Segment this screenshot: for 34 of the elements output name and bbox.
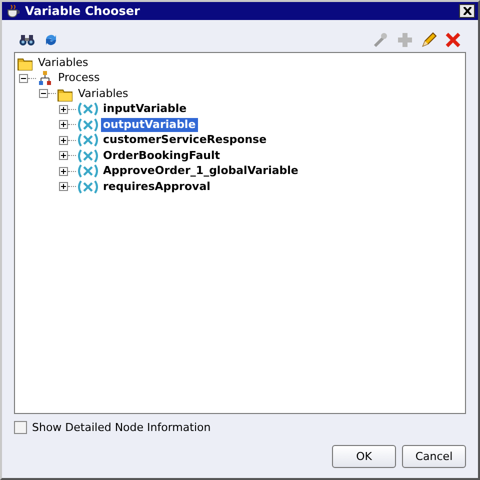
collapse-icon[interactable]	[39, 89, 48, 98]
tree-item[interactable]: outputVariable	[101, 118, 198, 132]
expand-icon[interactable]	[59, 182, 68, 192]
expand-icon[interactable]	[59, 151, 68, 160]
tree-item[interactable]: OrderBookingFault	[101, 148, 222, 163]
collapse-icon[interactable]	[19, 74, 28, 83]
checkbox[interactable]	[14, 420, 27, 434]
tree-item[interactable]: Variables	[36, 56, 90, 70]
close-icon	[462, 7, 472, 15]
expand-icon[interactable]	[59, 120, 68, 130]
variable-icon	[77, 102, 99, 116]
expand-icon[interactable]	[59, 166, 68, 176]
tree-item[interactable]: requiresApproval	[101, 180, 212, 194]
tree-item[interactable]: Variables	[76, 86, 130, 101]
dialog-button[interactable]: Cancel	[402, 445, 466, 468]
close-button[interactable]	[459, 4, 475, 18]
hierarchy-icon	[37, 70, 53, 86]
variable-icon	[77, 148, 99, 163]
tree-item[interactable]: Process	[56, 71, 102, 86]
dialog-button[interactable]: OK	[332, 445, 396, 468]
variable-icon	[77, 180, 99, 194]
tree-item[interactable]: ApproveOrder_1_globalVariable	[101, 164, 300, 178]
pencil-icon[interactable]	[420, 31, 438, 49]
checkbox-label[interactable]: Show Detailed Node Information	[32, 420, 211, 434]
variable-icon	[77, 133, 99, 148]
expand-icon[interactable]	[59, 136, 68, 145]
tree-item[interactable]: inputVariable	[101, 102, 189, 116]
expand-icon[interactable]	[59, 104, 68, 114]
tree-item[interactable]: customerServiceResponse	[101, 133, 269, 148]
cup-icon	[5, 3, 21, 19]
window-title: Variable Chooser	[25, 4, 141, 18]
variable-icon	[77, 164, 99, 178]
variable-icon	[77, 118, 99, 132]
delete-icon[interactable]	[444, 31, 462, 49]
